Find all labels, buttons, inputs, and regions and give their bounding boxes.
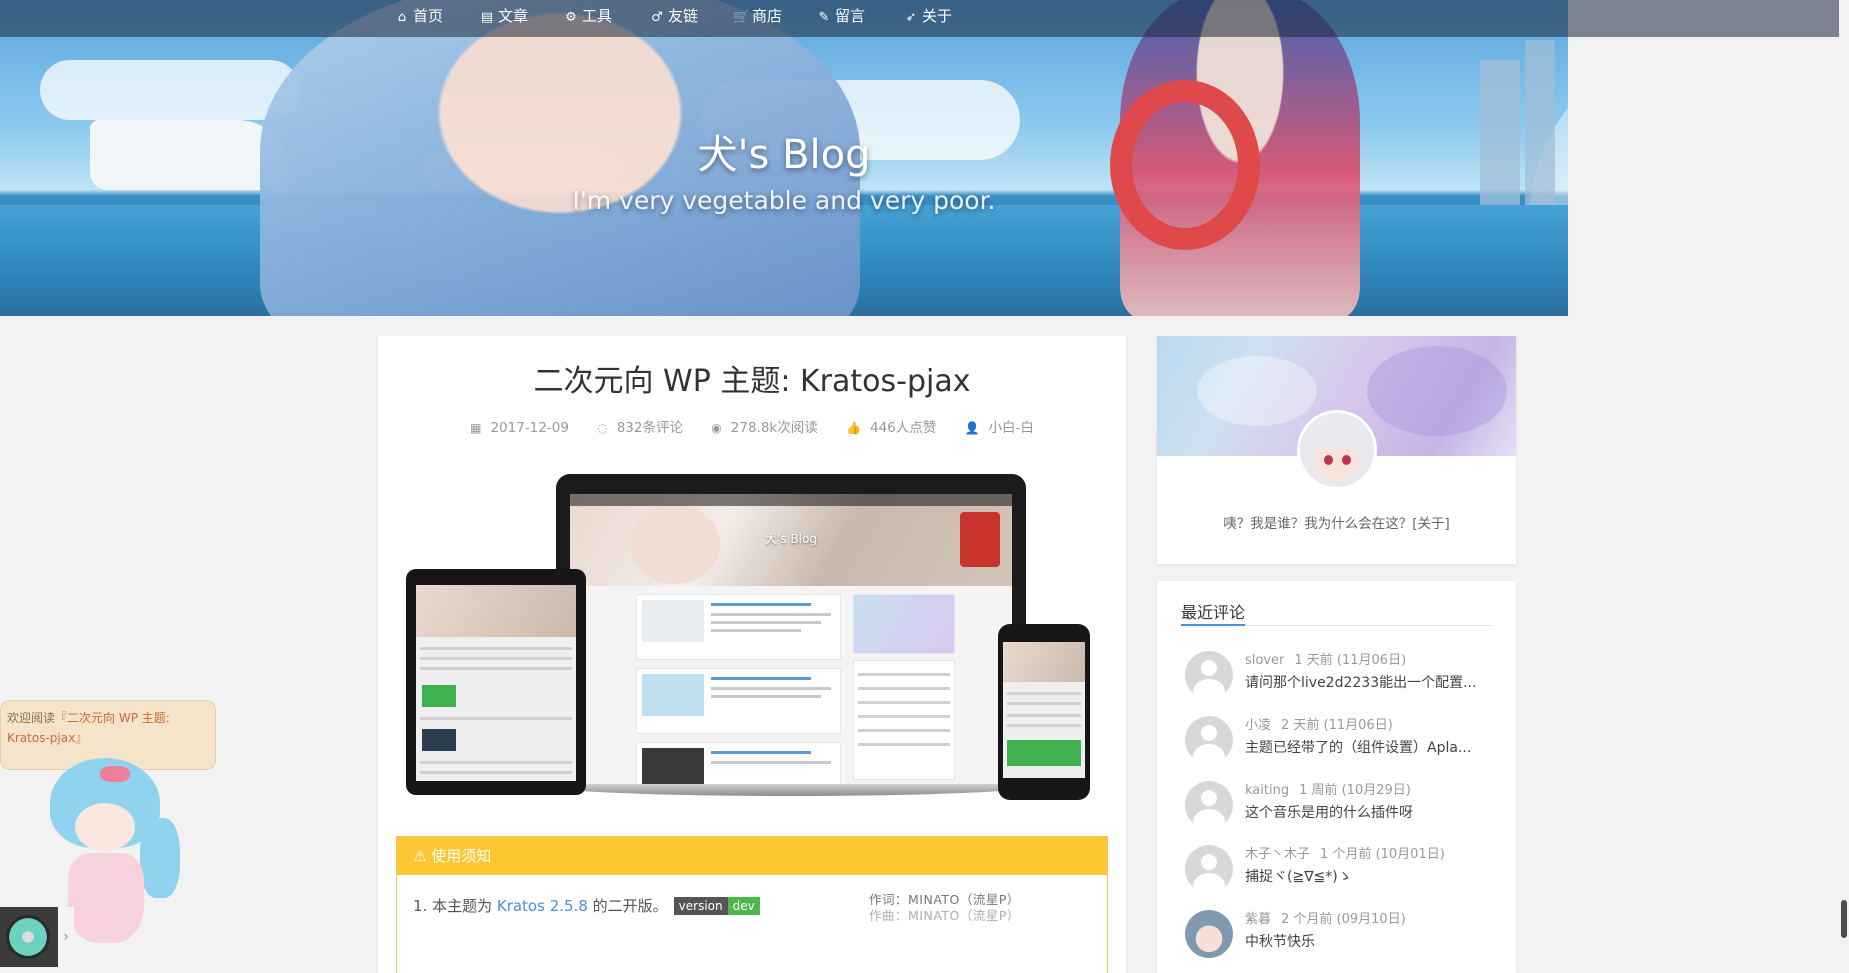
home-icon: ⌂ [397,10,407,25]
version-badge-value: dev [727,897,760,915]
music-player-cover[interactable] [0,907,58,967]
eye-icon: ◉ [711,421,722,435]
site-title[interactable]: 犬's Blog [0,122,1568,180]
default-avatar-icon [1185,845,1233,893]
tablet-mockup [406,569,586,795]
nav-label: 工具 [582,7,613,25]
widget-title: 最近评论 [1181,603,1246,622]
nav-label: 文章 [498,7,529,25]
nav-label: 友链 [668,7,699,25]
comment-text: 捕捉ヾ(≧∇≦*)ゝ [1245,869,1352,885]
comment-user: slover [1245,653,1285,668]
recent-comments-widget: 最近评论 slover 1 天前 (11月06日) 请问那个live2d2233能… [1157,581,1516,973]
post-date: ▦ 2017-12-09 [470,420,569,436]
site-subtitle: I'm very vegetable and very poor. [572,186,996,215]
comment-time: 2 个月前 (09月10日) [1281,912,1406,927]
mars-icon: ♂ [651,10,663,25]
top-navbar: ⌂ 首页 ▤ 文章 ⚙ 工具 ♂ 友链 🛒 商店 ✎ 留言 ➶ 关于 [0,0,1849,37]
nav-item-about[interactable]: ➶ 关于 [903,0,952,37]
shopping-cart-icon: 🛒 [733,10,750,25]
post-author[interactable]: 👤 小白-白 [959,420,1040,436]
comment-item[interactable]: kaiting 1 周前 (10月29日) 这个音乐是用的什么插件呀 [1185,777,1505,829]
scrollbar-thumb[interactable] [1841,900,1847,938]
comment-time: 1 天前 (11月06日) [1294,653,1407,668]
nav-item-friend-links[interactable]: ♂ 友链 [649,0,698,37]
comment-time: 1 周前 (10月29日) [1299,783,1411,798]
thumbs-up-icon: 👍 [846,421,861,435]
comment-time: 1 个月前 (10月01日) [1320,847,1445,862]
music-disc-icon [6,915,50,959]
comment-time: 2 天前 (11月06日) [1281,718,1393,733]
post-title[interactable]: 二次元向 WP 主题: Kratos-pjax [378,356,1126,400]
comment-item[interactable]: slover 1 天前 (11月06日) 请问那个live2d2233能出一个配置… [1185,647,1505,699]
cogs-icon: ⚙ [565,10,577,25]
kratos-link[interactable]: Kratos 2.5.8 [497,897,588,915]
scrollbar-track[interactable] [1839,0,1849,973]
default-avatar-icon [1185,716,1233,764]
laptop-mockup: 犬's Blog [532,474,1050,796]
avatar[interactable] [1297,410,1377,490]
nav-item-home[interactable]: ⌂ 首页 [394,0,443,37]
mockup-site-title: 犬's Blog [765,532,817,546]
profile-card: 咦？我是谁？我为什么会在这？[关于] [1157,336,1516,564]
nav-item-guestbook[interactable]: ✎ 留言 [816,0,865,37]
comment-user: 紫暮 [1245,912,1272,927]
nav-item-articles[interactable]: ▤ 文章 [479,0,528,37]
comment-item[interactable]: 木子丶木子 1 个月前 (10月01日) 捕捉ヾ(≧∇≦*)ゝ [1185,841,1505,893]
nav-item-tools[interactable]: ⚙ 工具 [563,0,612,37]
notice-line: 1. 本主题为 Kratos 2.5.8 的二开版。 version dev [413,895,760,916]
book-icon: ▤ [480,10,494,25]
comment-text: 主题已经带了的（组件设置）Apla... [1245,740,1472,756]
post-meta: ▦ 2017-12-09 ◌ 832条评论 ◉ 278.8k次阅读 👍 446人点赞 👤… [378,416,1126,436]
rocket-icon: ➶ [905,10,917,25]
comment-text: 请问那个live2d2233能出一个配置... [1245,675,1477,691]
cloud-decoration [40,60,300,120]
article-card: 二次元向 WP 主题: Kratos-pjax ▦ 2017-12-09 ◌ 832… [378,336,1126,973]
version-badge-label: version [673,897,728,915]
nav-label: 商店 [752,7,783,25]
header-banner: 犬's Blog I'm very vegetable and very poo… [0,0,1849,316]
default-avatar-icon [1185,651,1233,699]
comment-text: 中秋节快乐 [1245,934,1315,950]
comment-user: kaiting [1245,783,1290,798]
comment-item[interactable]: 紫暮 2 个月前 (09月10日) 中秋节快乐 [1185,906,1505,958]
calendar-icon: ▦ [470,421,482,435]
phone-mockup [998,624,1090,800]
nav-label: 关于 [922,7,953,25]
usage-notice: ⚠ 使用须知 1. 本主题为 Kratos 2.5.8 的二开版。 version… [396,836,1108,973]
page-background [1568,0,1849,316]
avatar [1185,910,1233,958]
comment-user: 小凌 [1245,718,1272,733]
default-avatar-icon [1185,781,1233,829]
nav-label: 留言 [835,7,866,25]
comment-icon: ◌ [597,421,608,435]
theme-preview-image: 犬's Blog [406,474,1098,804]
notice-heading: ⚠ 使用须知 [397,837,1107,875]
music-player-toggle[interactable]: › [58,907,74,967]
comment-text: 这个音乐是用的什么插件呀 [1245,805,1413,821]
edit-icon: ✎ [818,10,830,25]
comment-user: 木子丶木子 [1245,847,1311,862]
nav-label: 首页 [413,7,444,25]
post-like-count[interactable]: 👍 446人点赞 [840,420,942,436]
composer-credit: 作曲：MINATO（流星P） [869,908,1020,923]
profile-bio[interactable]: 咦？我是谁？我为什么会在这？[关于] [1157,512,1516,532]
divider [1181,624,1492,626]
post-view-count: ◉ 278.8k次阅读 [711,420,818,436]
nav-item-shop[interactable]: 🛒 商店 [733,0,782,37]
user-icon: 👤 [964,421,980,435]
comment-item[interactable]: 小凌 2 天前 (11月06日) 主题已经带了的（组件设置）Apla... [1185,712,1505,764]
post-comment-count[interactable]: ◌ 832条评论 [591,420,689,436]
